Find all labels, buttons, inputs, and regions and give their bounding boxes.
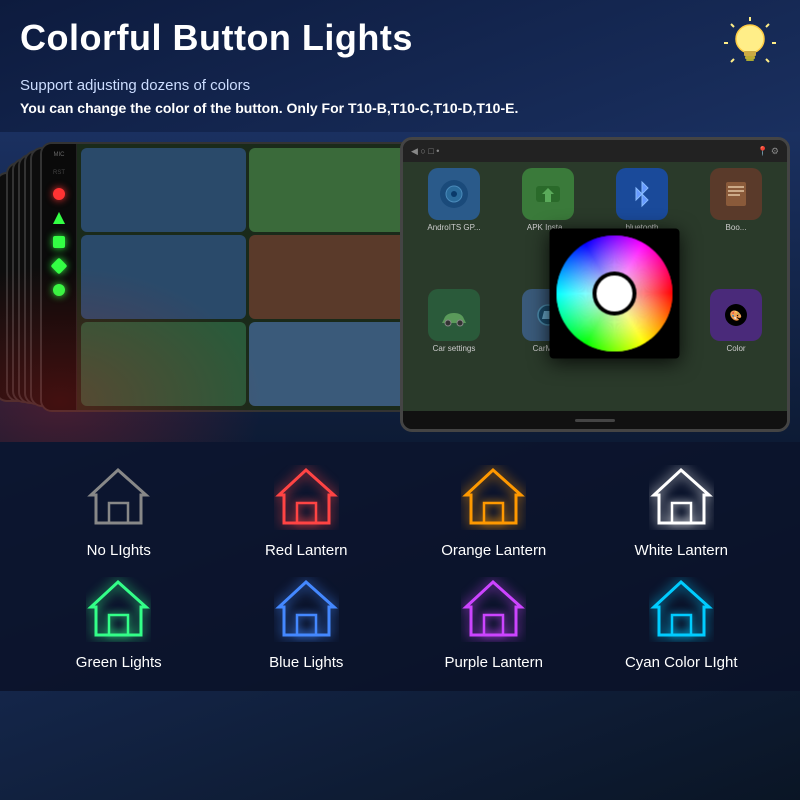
device-top-bar: ◀ ○ □ • 📍 ⚙ bbox=[403, 140, 787, 162]
light-options-grid: No LIghts Red Lantern Orange Lantern bbox=[30, 462, 770, 671]
svg-text:🎨: 🎨 bbox=[730, 309, 742, 322]
light-item-purple: Purple Lantern bbox=[405, 574, 583, 671]
app-label-color: Color bbox=[726, 344, 745, 353]
app-icon-book: Boo... bbox=[691, 168, 781, 285]
house-icon-red bbox=[271, 462, 341, 532]
light-item-red: Red Lantern bbox=[218, 462, 396, 559]
label-cyan: Cyan Color LIght bbox=[625, 654, 738, 671]
light-item-white: White Lantern bbox=[593, 462, 771, 559]
header-section: Colorful Button Lights Support adjusting… bbox=[0, 0, 800, 124]
device-app-grid: AndroITS GP... APK Insta... bluetooth Bo… bbox=[403, 162, 787, 411]
house-icon-white bbox=[646, 462, 716, 532]
label-green: Green Lights bbox=[76, 654, 162, 671]
house-icon-no-lights bbox=[84, 462, 154, 532]
light-item-blue: Blue Lights bbox=[218, 574, 396, 671]
subtitle-text: Support adjusting dozens of colors bbox=[20, 77, 780, 94]
label-orange: Orange Lantern bbox=[441, 542, 546, 559]
house-icon-blue bbox=[271, 574, 341, 644]
app-label-androids: AndroITS GP... bbox=[427, 223, 480, 232]
label-white: White Lantern bbox=[635, 542, 728, 559]
label-no-lights: No LIghts bbox=[87, 542, 151, 559]
light-item-no-lights: No LIghts bbox=[30, 462, 208, 559]
app-icon-color: 🎨 Color bbox=[691, 289, 781, 406]
note-text: You can change the color of the button. … bbox=[20, 100, 780, 116]
app-label-carsettings: Car settings bbox=[433, 344, 476, 353]
page-title: Colorful Button Lights bbox=[20, 18, 413, 58]
light-item-cyan: Cyan Color LIght bbox=[593, 574, 771, 671]
bottom-section: No LIghts Red Lantern Orange Lantern bbox=[0, 442, 800, 691]
house-icon-purple bbox=[459, 574, 529, 644]
app-icon-carsettings: Car settings bbox=[409, 289, 499, 406]
device-screen-front: MIC RST bbox=[40, 142, 420, 412]
house-icon-green bbox=[84, 574, 154, 644]
app-icon-androids: AndroITS GP... bbox=[409, 168, 499, 285]
house-icon-orange bbox=[459, 462, 529, 532]
color-wheel bbox=[550, 228, 680, 358]
label-purple: Purple Lantern bbox=[445, 654, 543, 671]
house-icon-cyan bbox=[646, 574, 716, 644]
label-blue: Blue Lights bbox=[269, 654, 343, 671]
stacked-devices: MICMICRST MIC RST bbox=[0, 142, 410, 432]
label-red: Red Lantern bbox=[265, 542, 348, 559]
main-device: ◀ ○ □ • 📍 ⚙ AndroITS GP... APK Insta... bbox=[400, 137, 790, 432]
device-section: MICMICRST MIC RST bbox=[0, 132, 800, 442]
bulb-icon bbox=[720, 13, 780, 73]
light-item-orange: Orange Lantern bbox=[405, 462, 583, 559]
app-label-book: Boo... bbox=[726, 223, 747, 232]
light-item-green: Green Lights bbox=[30, 574, 208, 671]
